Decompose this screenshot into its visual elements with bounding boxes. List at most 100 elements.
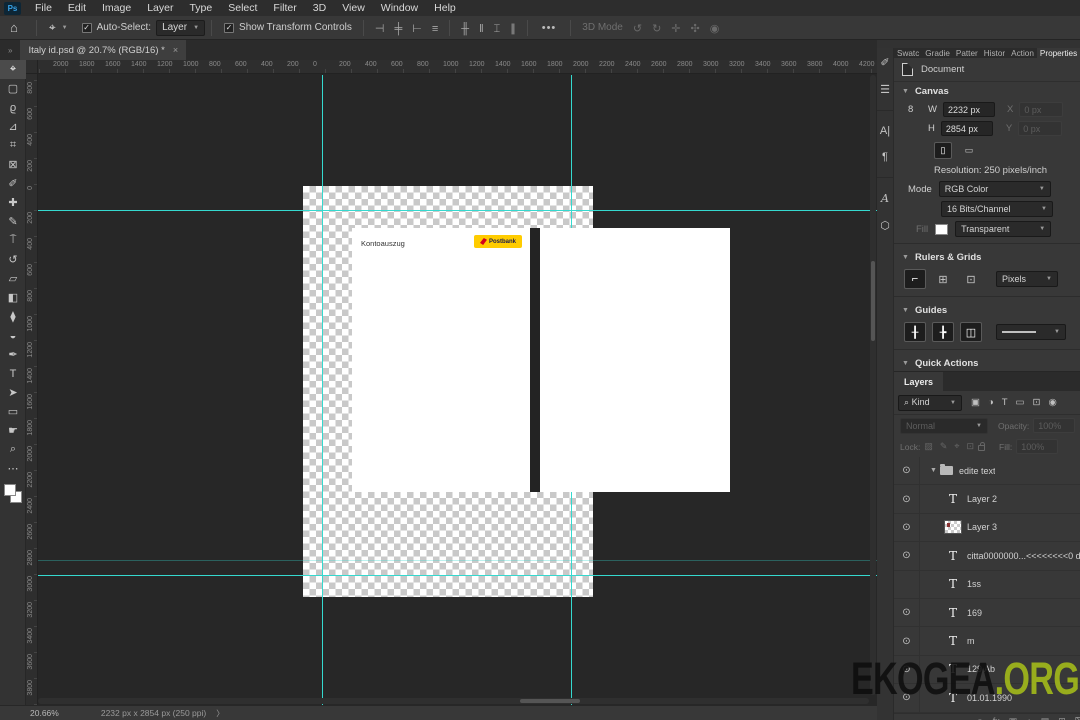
tab-swatc[interactable]: Swatc: [894, 48, 922, 58]
menu-item-select[interactable]: Select: [220, 0, 265, 16]
gradient-tool[interactable]: ◧: [0, 288, 26, 307]
menu-item-view[interactable]: View: [334, 0, 373, 16]
character-panel-icon[interactable]: A|: [880, 125, 890, 137]
menu-item-layer[interactable]: Layer: [139, 0, 181, 16]
3d-roll-icon[interactable]: ↻: [647, 23, 666, 35]
bit-depth-dropdown[interactable]: 16 Bits/Channel ▼: [941, 201, 1053, 217]
guide-style-dropdown[interactable]: ▼: [996, 324, 1066, 340]
path-selection-tool[interactable]: ➤: [0, 383, 26, 402]
scrollbar-thumb[interactable]: [871, 261, 875, 341]
3d-camera-icon[interactable]: ◉: [705, 23, 725, 35]
color-swatches[interactable]: [0, 482, 26, 508]
delete-layer-icon[interactable]: ⌦: [1075, 716, 1080, 720]
ruler-vertical[interactable]: 800 600 400 200 0 200 400 600 800 1000 1200 1400 160…: [26, 74, 38, 705]
artboard-guides-icon[interactable]: ╊: [932, 322, 954, 342]
guide-horizontal-3[interactable]: [38, 575, 877, 576]
horizontal-scrollbar[interactable]: [38, 698, 869, 704]
brush-settings-icon[interactable]: ✐: [880, 56, 889, 69]
3d-orbit-icon[interactable]: ↺: [628, 23, 647, 35]
rectangle-tool[interactable]: ▭: [0, 402, 26, 421]
new-group-icon[interactable]: ▤: [1041, 716, 1050, 720]
home-icon[interactable]: ⌂: [0, 20, 30, 35]
link-layers-icon[interactable]: ⚭: [976, 716, 984, 720]
brush-tool[interactable]: ✎: [0, 212, 26, 231]
auto-select-checkbox[interactable]: ✓: [81, 22, 92, 33]
ruler-icon[interactable]: ⌐: [904, 269, 926, 289]
layer-row[interactable]: ⊙ T Layer 2: [894, 485, 1080, 514]
visibility-toggle[interactable]: ⊙: [894, 684, 920, 712]
menu-item-3d[interactable]: 3D: [305, 0, 334, 16]
zoom-level-field[interactable]: 20.66%: [30, 708, 59, 718]
paragraph-panel-icon[interactable]: ¶: [882, 151, 888, 163]
layer-row[interactable]: ⊙ Layer 3: [894, 513, 1080, 543]
object-selection-tool[interactable]: ⊿: [0, 117, 26, 136]
grid-icon[interactable]: ⊞: [932, 269, 954, 289]
smart-guides-icon[interactable]: ◫: [960, 322, 982, 342]
healing-brush-tool[interactable]: ✚: [0, 193, 26, 212]
layer-style-icon[interactable]: fx: [993, 716, 1000, 720]
link-dimensions-icon[interactable]: 8: [908, 104, 922, 115]
width-field[interactable]: 2232 px: [942, 102, 995, 117]
show-transform-checkbox[interactable]: ✓: [224, 22, 235, 33]
layer-row[interactable]: ⊙ T 129 Ab: [894, 655, 1080, 685]
menu-item-image[interactable]: Image: [94, 0, 139, 16]
dodge-tool[interactable]: ◒: [0, 326, 26, 345]
layer-mask-icon[interactable]: ▣: [1009, 716, 1018, 720]
lock-transparency-icon[interactable]: ▨: [924, 441, 933, 452]
auto-select-target-dropdown[interactable]: Layer ▼: [156, 19, 206, 36]
visibility-toggle[interactable]: ⊙: [894, 513, 920, 542]
rulers-grids-section-header[interactable]: ▼ Rulers & Grids: [894, 248, 1080, 266]
visibility-toggle[interactable]: [894, 570, 920, 598]
tab-overflow-icon[interactable]: »: [0, 46, 20, 60]
filter-type-layers-icon[interactable]: T: [1000, 397, 1010, 408]
distribute-vertical-icon[interactable]: ⌶: [489, 23, 506, 35]
filter-toggle-icon[interactable]: ◉: [1047, 397, 1059, 408]
glyphs-panel-icon[interactable]: A: [881, 192, 889, 205]
visibility-toggle[interactable]: ⊙: [894, 655, 920, 684]
3d-panel-icon[interactable]: ⬡: [880, 219, 890, 232]
guide-horizontal-1[interactable]: [38, 210, 877, 211]
layer-filter-kind-dropdown[interactable]: ⌕ Kind ▼: [898, 394, 962, 411]
blur-tool[interactable]: ⧫: [0, 307, 26, 326]
distribute-center-icon[interactable]: ‖: [474, 23, 489, 35]
status-options-icon[interactable]: 〉: [216, 708, 224, 719]
frame-tool[interactable]: ⊠: [0, 155, 26, 174]
lock-pixels-icon[interactable]: ✎: [940, 441, 948, 452]
move-tool-icon[interactable]: ⌖: [43, 20, 62, 35]
filter-pixel-layers-icon[interactable]: ▣: [969, 397, 982, 408]
color-mode-dropdown[interactable]: RGB Color ▼: [938, 181, 1051, 197]
distribute-right-icon[interactable]: ∥: [505, 23, 521, 35]
visibility-toggle[interactable]: ⊙: [894, 457, 920, 485]
pixel-grid-icon[interactable]: ⊡: [960, 269, 982, 289]
layer-row[interactable]: ⊙ Tcitta0000000...<<<<<<<<0 d: [894, 542, 1080, 571]
menu-item-help[interactable]: Help: [426, 0, 464, 16]
align-right-icon[interactable]: ⊢: [407, 23, 427, 35]
foreground-color-swatch[interactable]: [4, 484, 16, 496]
chevron-down-icon[interactable]: ▼: [930, 467, 937, 474]
fill-swatch[interactable]: [935, 223, 949, 235]
crop-tool[interactable]: ⌗: [0, 136, 26, 155]
history-brush-tool[interactable]: ↺: [0, 250, 26, 269]
layer-row[interactable]: ⊙ T 169: [894, 598, 1080, 628]
move-tool[interactable]: ⌖: [0, 60, 26, 79]
tab-action[interactable]: Action: [1008, 48, 1037, 58]
new-layer-icon[interactable]: ⊞: [1058, 716, 1066, 720]
tool-presets-icon[interactable]: ☰: [880, 83, 890, 96]
height-field[interactable]: 2854 px: [940, 121, 993, 136]
scrollbar-thumb[interactable]: [519, 699, 580, 703]
lock-position-icon[interactable]: ⌖: [954, 441, 959, 452]
filter-smart-objects-icon[interactable]: ⊡: [1031, 397, 1043, 408]
portrait-orientation-button[interactable]: ▯: [934, 141, 952, 159]
type-tool[interactable]: T: [0, 364, 26, 383]
close-icon[interactable]: ×: [173, 45, 178, 55]
menu-item-type[interactable]: Type: [181, 0, 220, 16]
lasso-tool[interactable]: ϱ: [0, 98, 26, 117]
tab-histor[interactable]: Histor: [981, 48, 1008, 58]
canvas-section-header[interactable]: ▼ Canvas: [894, 82, 1080, 100]
visibility-toggle[interactable]: ⊙: [894, 485, 920, 513]
align-center-h-icon[interactable]: ╪: [389, 23, 407, 35]
eraser-tool[interactable]: ▱: [0, 269, 26, 288]
filter-shape-layers-icon[interactable]: ▭: [1014, 397, 1027, 408]
document-tab[interactable]: Italy id.psd @ 20.7% (RGB/16) * ×: [20, 40, 187, 60]
ruler-units-dropdown[interactable]: Pixels ▼: [996, 271, 1058, 287]
